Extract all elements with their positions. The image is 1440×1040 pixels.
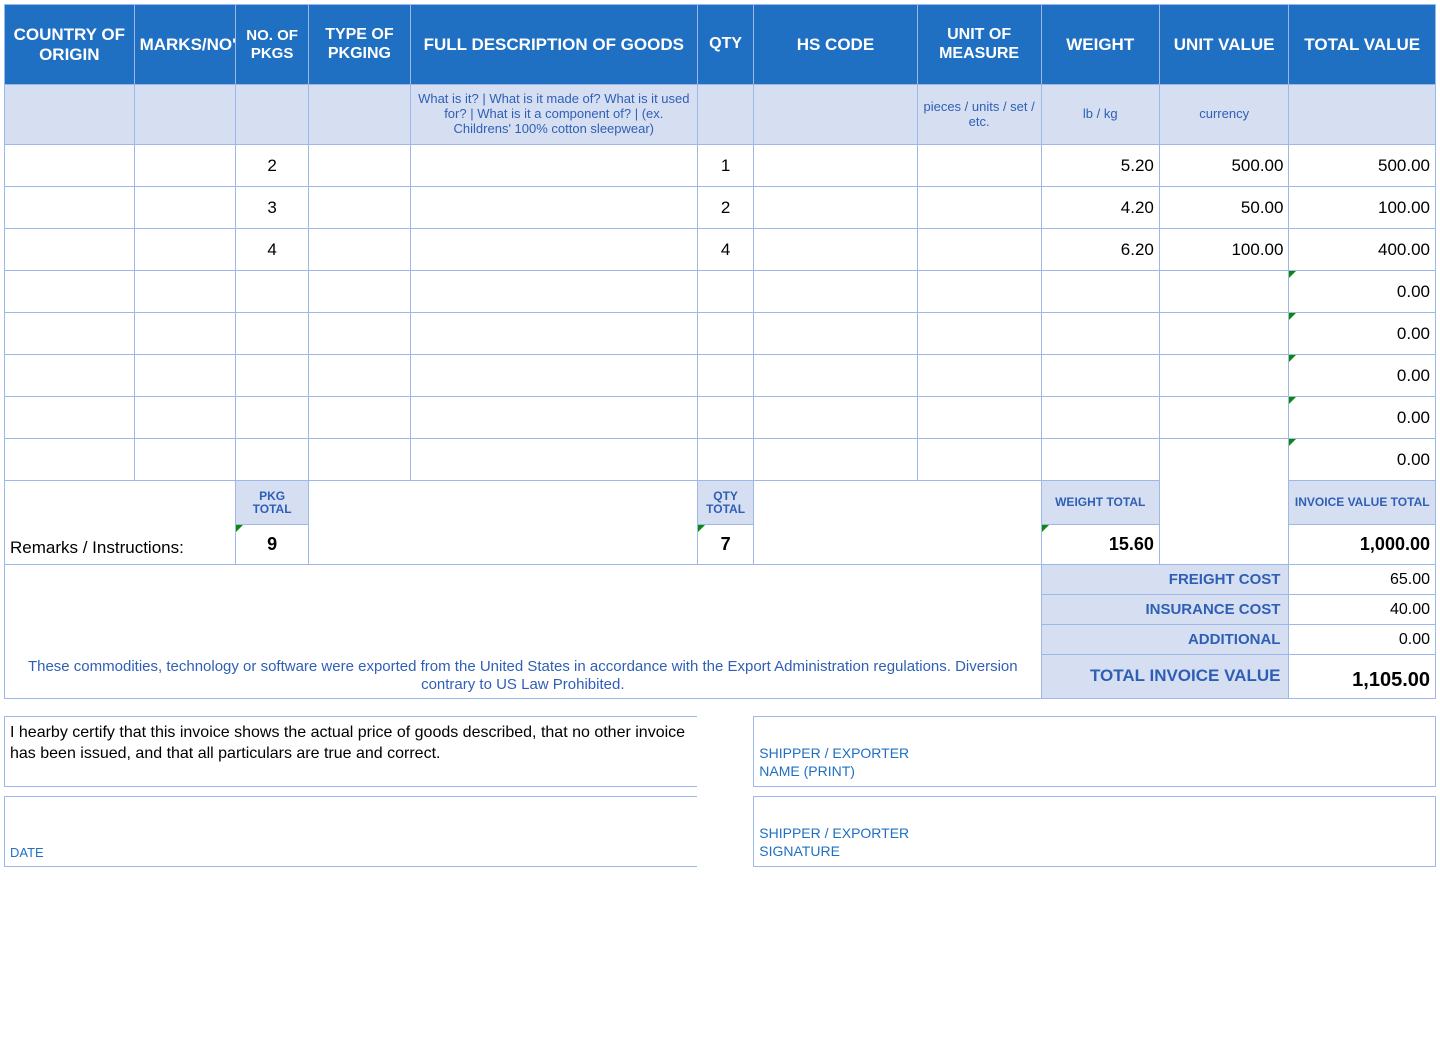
signature-row: I hearby certify that this invoice shows… [5,717,1436,787]
insurance-label: INSURANCE COST [1041,595,1289,625]
hint-unitval: currency [1159,85,1289,145]
remarks-label: Remarks / Instructions: [10,538,184,557]
cell-totalval[interactable]: 0.00 [1289,439,1436,481]
cell-unitval[interactable]: 100.00 [1159,229,1289,271]
total-invoice-value: 1,105.00 [1289,655,1436,699]
subhdr-weight: WEIGHT TOTAL [1041,481,1159,525]
table-row[interactable]: 0.00 [5,439,1436,481]
cell-weight[interactable]: 4.20 [1041,187,1159,229]
weight-total: 15.60 [1041,525,1159,565]
cell-unitval[interactable]: 500.00 [1159,145,1289,187]
header-row: COUNTRY OF ORIGIN MARKS/NO's NO. OF PKGS… [5,5,1436,85]
qty-total: 7 [697,525,753,565]
cell-qty[interactable]: 4 [697,229,753,271]
shipper-sig-l2: SIGNATURE [759,842,1430,860]
cell-pkgs[interactable]: 4 [235,229,308,271]
cell-qty[interactable]: 1 [697,145,753,187]
cell-totalval[interactable]: 0.00 [1289,397,1436,439]
cell-totalval[interactable]: 100.00 [1289,187,1436,229]
table-row[interactable]: 0.00 [5,397,1436,439]
total-invoice-label: TOTAL INVOICE VALUE [1041,655,1289,699]
additional-value[interactable]: 0.00 [1289,625,1436,655]
hdr-pkgs: NO. OF PKGS [235,5,308,85]
hdr-pkging: TYPE OF PKGING [309,5,410,85]
cell-pkgs[interactable]: 3 [235,187,308,229]
cell-totalval[interactable]: 500.00 [1289,145,1436,187]
table-row[interactable]: 0.00 [5,313,1436,355]
cell-totalval[interactable]: 0.00 [1289,313,1436,355]
subhdr-qty: QTY TOTAL [697,481,753,525]
hint-row: What is it? | What is it made of? What i… [5,85,1436,145]
table-row[interactable]: 4 4 6.20 100.00 400.00 [5,229,1436,271]
hdr-totalval: TOTAL VALUE [1289,5,1436,85]
invoice-value-total: 1,000.00 [1289,525,1436,565]
subhdr-pkg: PKG TOTAL [235,481,308,525]
hint-weight: lb / kg [1041,85,1159,145]
table-row[interactable]: 0.00 [5,271,1436,313]
freight-label: FREIGHT COST [1041,565,1289,595]
pkg-total: 9 [235,525,308,565]
cell-unitval[interactable]: 50.00 [1159,187,1289,229]
cell-weight[interactable]: 5.20 [1041,145,1159,187]
table-row[interactable]: 2 1 5.20 500.00 500.00 [5,145,1436,187]
freight-value[interactable]: 65.00 [1289,565,1436,595]
hint-desc: What is it? | What is it made of? What i… [410,85,697,145]
cell-pkgs[interactable]: 2 [235,145,308,187]
signature-row-2: DATE SHIPPER / EXPORTER SIGNATURE [5,797,1436,867]
subhdr-invoice: INVOICE VALUE TOTAL [1289,481,1436,525]
hdr-hs: HS CODE [754,5,917,85]
hdr-uom: UNIT OF MEASURE [917,5,1041,85]
date-label: DATE [10,845,44,860]
hdr-marks: MARKS/NO's [134,5,235,85]
insurance-value[interactable]: 40.00 [1289,595,1436,625]
shipper-name-l1: SHIPPER / EXPORTER [759,744,1430,762]
hint-uom: pieces / units / set / etc. [917,85,1041,145]
cell-totalval[interactable]: 0.00 [1289,271,1436,313]
cell-totalval[interactable]: 0.00 [1289,355,1436,397]
hdr-country: COUNTRY OF ORIGIN [5,5,135,85]
certify-text: I hearby certify that this invoice shows… [5,717,698,787]
table-row[interactable]: 0.00 [5,355,1436,397]
cell-weight[interactable]: 6.20 [1041,229,1159,271]
cell-totalval[interactable]: 400.00 [1289,229,1436,271]
additional-label: ADDITIONAL [1041,625,1289,655]
hdr-weight: WEIGHT [1041,5,1159,85]
hdr-qty: QTY [697,5,753,85]
hdr-unitval: UNIT VALUE [1159,5,1289,85]
shipper-sig-l1: SHIPPER / EXPORTER [759,824,1430,842]
invoice-table: COUNTRY OF ORIGIN MARKS/NO's NO. OF PKGS… [4,4,1436,867]
hdr-desc: FULL DESCRIPTION OF GOODS [410,5,697,85]
table-row[interactable]: 3 2 4.20 50.00 100.00 [5,187,1436,229]
cell-qty[interactable]: 2 [697,187,753,229]
export-note: These commodities, technology or softwar… [5,655,1042,699]
shipper-name-l2: NAME (PRINT) [759,762,1430,780]
